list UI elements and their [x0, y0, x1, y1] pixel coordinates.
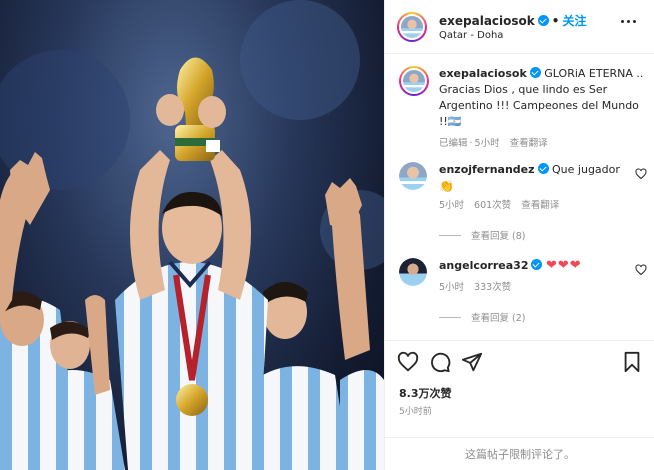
comment-avatar[interactable] — [399, 258, 427, 286]
celebration-photo — [0, 0, 384, 470]
view-replies-button[interactable]: 查看回复 (2) — [439, 310, 525, 324]
view-replies-button[interactable]: 查看回复 (8) — [439, 228, 525, 242]
post-photo[interactable] — [0, 0, 384, 470]
send-icon[interactable] — [461, 351, 483, 373]
post-time[interactable]: 5小时前 — [399, 404, 432, 417]
comment-username[interactable]: angelcorrea32 — [439, 259, 528, 272]
comment-time[interactable]: 5小时 — [439, 282, 464, 293]
caption-author-avatar[interactable] — [399, 66, 429, 96]
follow-button[interactable]: 关注 — [562, 14, 586, 28]
comment-icon[interactable] — [429, 351, 451, 373]
caption-time[interactable]: 5小时 — [475, 138, 500, 149]
more-options-icon[interactable] — [621, 20, 637, 24]
comment-emoji: 👏 — [439, 179, 454, 193]
caption-username[interactable]: exepalaciosok — [439, 67, 527, 80]
comment-like-heart-icon[interactable] — [635, 264, 647, 276]
caption-meta: 已编辑 · 5小时 查看翻译 — [439, 138, 548, 149]
like-count[interactable]: 8.3万次赞 — [399, 385, 452, 401]
verified-badge-icon — [537, 163, 549, 174]
comment-translate-link[interactable]: 查看翻译 — [521, 200, 559, 211]
post-header: exepalaciosok • 关注 Qatar - Doha — [385, 0, 654, 54]
verified-badge-icon — [529, 67, 541, 78]
heart-icon[interactable] — [397, 351, 419, 373]
comment-likes[interactable]: 333次赞 — [474, 282, 511, 293]
comment-emoji: ❤❤❤ — [545, 258, 582, 273]
post-location[interactable]: Qatar - Doha — [439, 30, 503, 41]
comment-text: Que jugador — [552, 163, 620, 176]
comments-limited-notice: 这篇帖子限制评论了。 — [385, 437, 654, 470]
comment-avatar[interactable] — [399, 162, 427, 190]
comment-username[interactable]: enzojfernandez — [439, 163, 535, 176]
post-actions: 8.3万次赞 5小时前 这篇帖子限制评论了。 — [385, 340, 654, 470]
comment-time[interactable]: 5小时 — [439, 200, 464, 211]
comment-likes[interactable]: 601次赞 — [474, 200, 511, 211]
caption-translate-link[interactable]: 查看翻译 — [510, 138, 548, 149]
bookmark-icon[interactable] — [621, 351, 643, 373]
verified-badge-icon — [531, 259, 543, 270]
comment-like-heart-icon[interactable] — [635, 168, 647, 180]
edited-label: 已编辑 — [439, 138, 468, 149]
author-avatar[interactable] — [397, 12, 427, 42]
verified-badge-icon — [537, 15, 549, 26]
author-username[interactable]: exepalaciosok — [439, 14, 535, 28]
post-details-panel: exepalaciosok • 关注 Qatar - Doha exepalacio… — [384, 0, 654, 470]
